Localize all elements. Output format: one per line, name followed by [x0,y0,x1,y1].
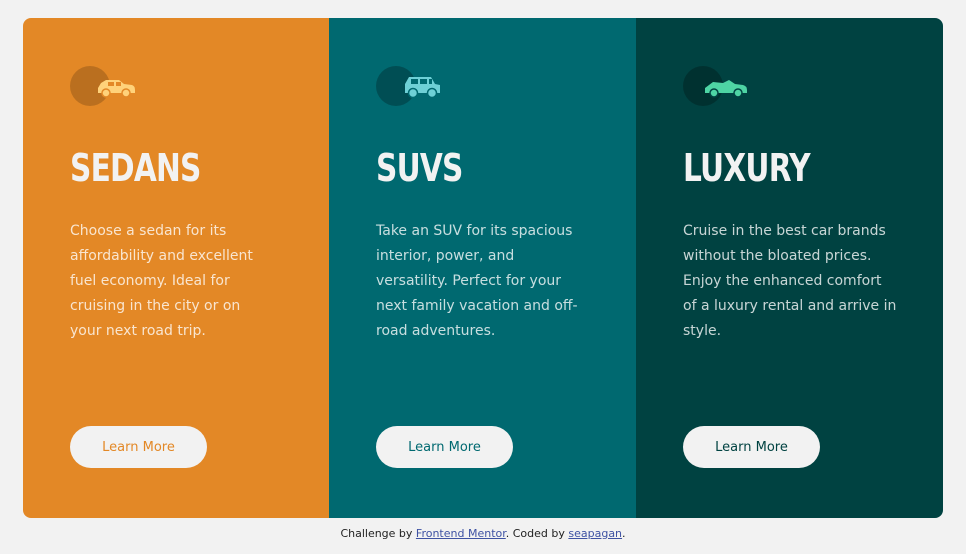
card-sedans: SEDANS Choose a sedan for its affordabil… [23,18,329,518]
card-description: Choose a sedan for its affordability and… [70,223,253,339]
card-grid: SEDANS Choose a sedan for its affordabil… [23,18,943,518]
attribution-suffix: . [622,527,626,540]
card-suvs: SUVS Take an SUV for its spacious interi… [329,18,636,518]
card-description: Take an SUV for its spacious interior, p… [376,223,578,339]
attribution-middle: . Coded by [505,527,565,540]
suv-car-icon [376,66,442,106]
card-title: SEDANS [70,146,201,190]
attribution-prefix: Challenge by [340,527,413,540]
card-title: LUXURY [683,146,811,190]
frontend-mentor-link[interactable]: Frontend Mentor [416,527,506,540]
learn-more-button[interactable]: Learn More [70,426,207,468]
card-description: Cruise in the best car brands without th… [683,223,897,339]
sedan-car-icon [70,66,136,106]
card-luxury: LUXURY Cruise in the best car brands wit… [636,18,943,518]
luxury-car-icon [683,66,749,106]
learn-more-button[interactable]: Learn More [376,426,513,468]
learn-more-button[interactable]: Learn More [683,426,820,468]
card-title: SUVS [376,146,463,190]
author-link[interactable]: seapagan [568,527,622,540]
attribution: Challenge by Frontend Mentor. Coded by s… [0,527,966,540]
